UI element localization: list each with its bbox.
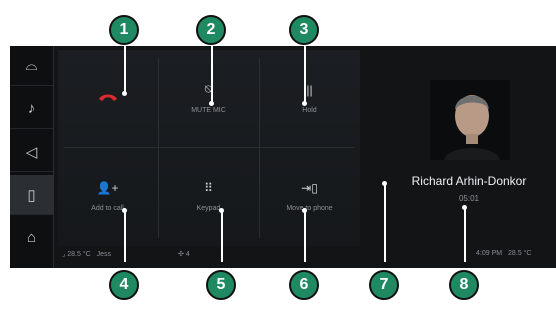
mute-mic-label: MUTE MIC (191, 106, 226, 114)
callout-leader (464, 208, 466, 262)
sidebar-item-home[interactable]: ⌂ (10, 218, 53, 257)
status-right: 4:09 PM 28.5 °C (476, 250, 531, 257)
right-temperature: 28.5 °C (508, 250, 532, 257)
hold-button[interactable]: || Hold (260, 50, 359, 144)
infotainment-screen: ⌓ ♪ ◁ ▯ ⌂ ⍉ MUTE MIC || Hold 👤+ Add to c… (10, 46, 556, 268)
music-note-icon: ♪ (27, 100, 36, 117)
callout-badge-4: 4 (109, 270, 139, 300)
left-temperature: 28.5 °C (67, 251, 91, 258)
sidebar-item-media[interactable]: ♪ (10, 89, 53, 129)
callout-dot (219, 208, 224, 213)
callout-dot (122, 91, 127, 96)
caller-avatar (430, 80, 510, 160)
transfer-phone-icon: ⇥▯ (301, 180, 318, 195)
sidebar: ⌓ ♪ ◁ ▯ ⌂ (10, 46, 54, 268)
home-icon: ⌂ (26, 229, 37, 246)
callout-leader (304, 45, 306, 103)
add-to-call-button[interactable]: 👤+ Add to call (58, 148, 157, 242)
car-icon: ⌓ (25, 57, 38, 74)
keypad-icon: ⠿ (204, 180, 213, 195)
callout-leader (304, 212, 306, 262)
fan-status[interactable]: ✣ 4 (178, 250, 190, 258)
navigation-arrow-icon: ◁ (25, 143, 38, 161)
callout-dot (302, 101, 307, 106)
clock-time: 4:09 PM (476, 250, 503, 257)
callout-badge-5: 5 (206, 270, 236, 300)
phone-icon: ▯ (27, 186, 36, 204)
pause-icon: || (306, 82, 313, 97)
end-call-button[interactable] (58, 50, 157, 144)
callout-badge-3: 3 (289, 15, 319, 45)
callout-badge-6: 6 (289, 270, 319, 300)
move-to-phone-label: Move to phone (286, 204, 333, 212)
call-duration: 05:01 (458, 194, 480, 203)
add-to-call-label: Add to call (91, 204, 124, 212)
keypad-label: Keypad (196, 204, 221, 212)
callout-dot (209, 101, 214, 106)
mute-mic-button[interactable]: ⍉ MUTE MIC (159, 50, 258, 144)
status-left: ⌟ 28.5 °C Jess (62, 250, 111, 258)
callout-leader (211, 45, 213, 103)
callout-badge-1: 1 (109, 15, 139, 45)
caller-name: Richard Arhin-Donkor (411, 174, 527, 188)
callout-dot (122, 208, 127, 213)
callout-leader (124, 45, 126, 93)
callout-dot (382, 181, 387, 186)
callout-leader (384, 184, 386, 262)
callout-badge-7: 7 (369, 270, 399, 300)
sidebar-item-phone[interactable]: ▯ (10, 175, 53, 215)
sidebar-item-car[interactable]: ⌓ (10, 46, 53, 86)
call-controls-grid: ⍉ MUTE MIC || Hold 👤+ Add to call ⠿ Keyp… (58, 50, 360, 246)
callout-leader (124, 212, 126, 262)
keypad-button[interactable]: ⠿ Keypad (159, 148, 258, 242)
move-to-phone-button[interactable]: ⇥▯ Move to phone (260, 148, 359, 242)
fan-level: 4 (185, 251, 190, 258)
sidebar-item-navigation[interactable]: ◁ (10, 132, 53, 172)
callout-leader (221, 212, 223, 262)
callout-badge-2: 2 (196, 15, 226, 45)
add-person-icon: 👤+ (96, 180, 119, 195)
hold-label: Hold (302, 106, 317, 114)
callout-dot (302, 208, 307, 213)
fan-icon: ✣ (178, 251, 186, 258)
callout-dot (462, 205, 467, 210)
driver-name: Jess (96, 251, 112, 258)
end-call-icon (98, 88, 118, 106)
callout-badge-8: 8 (449, 270, 479, 300)
